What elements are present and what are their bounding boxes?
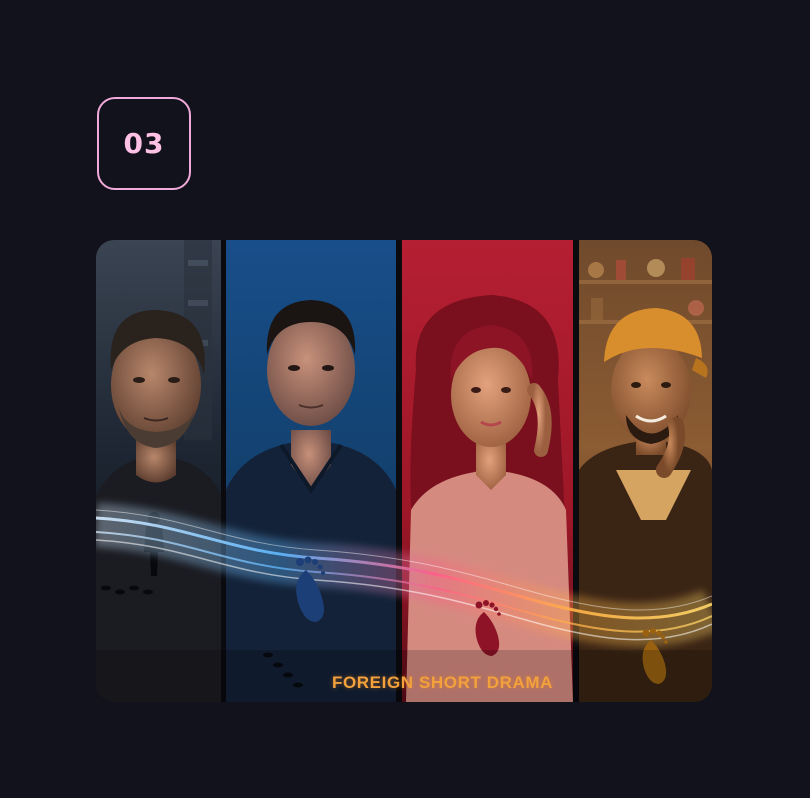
step-badge: 03: [97, 97, 191, 190]
foreign-short-drama-banner: FOREIGN SHORT DRAMA: [96, 240, 712, 702]
step-number: 03: [123, 127, 165, 160]
banner-artwork: [96, 240, 712, 702]
banner-caption: FOREIGN SHORT DRAMA: [332, 673, 554, 692]
